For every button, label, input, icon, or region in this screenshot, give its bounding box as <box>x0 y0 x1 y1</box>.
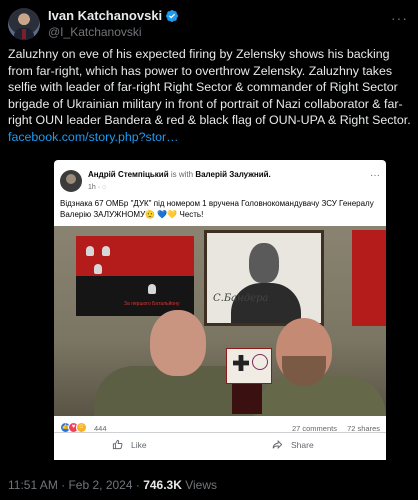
right-person-body <box>254 376 386 416</box>
author-handle[interactable]: @I_Katchanovski <box>48 25 142 39</box>
tweet-header: Ivan Katchanovski @I_Katchanovski ··· <box>8 6 410 46</box>
left-person-head <box>150 310 206 376</box>
fb-more-icon[interactable]: ··· <box>370 170 380 181</box>
skull-icon <box>102 246 110 256</box>
tweet-link[interactable]: facebook.com/story.php?stor… <box>8 130 179 144</box>
like-button[interactable]: Like <box>112 439 147 450</box>
portrait-head <box>249 243 279 283</box>
tweet-body: Zaluzhny on eve of his expected firing b… <box>8 47 411 127</box>
award-certificate <box>226 348 272 384</box>
author-name-row: Ivan Katchanovski <box>48 8 179 23</box>
globe-icon: ◌ <box>102 184 107 191</box>
fb-with-word: is with <box>170 170 194 179</box>
views-label: Views <box>181 478 218 492</box>
fb-author-avatar[interactable] <box>60 170 82 192</box>
skull-icon <box>86 246 94 256</box>
fb-post-photo[interactable]: За першого Батальйону С.Бандера <box>54 226 386 416</box>
skull-icon <box>148 284 156 294</box>
like-icon <box>112 439 123 450</box>
fb-author-name[interactable]: Андрій Стемпіцький <box>88 170 169 179</box>
tweet-text: Zaluzhny on eve of his expected firing b… <box>8 46 412 145</box>
author-avatar[interactable] <box>8 8 40 40</box>
tweet-timestamp[interactable]: 11:51 AM · Feb 2, 2024 · <box>8 478 143 492</box>
portrait-signature: С.Бандера <box>213 293 269 304</box>
fb-post-time: 1h · ◌ <box>88 184 106 191</box>
right-flag <box>352 230 386 326</box>
more-icon[interactable]: ··· <box>391 10 408 26</box>
portrait-body <box>231 283 301 323</box>
fb-action-bar: Like Share <box>54 432 386 460</box>
author-display-name[interactable]: Ivan Katchanovski <box>48 8 162 23</box>
tweet-meta: 11:51 AM · Feb 2, 2024 · 746.3K Views <box>8 478 217 492</box>
fb-post-header: Андрій Стемпіцький is with Валерій Залуж… <box>60 168 380 196</box>
skull-icon <box>94 264 102 274</box>
share-label: Share <box>291 439 314 450</box>
fb-time-text: 1h · <box>88 184 103 191</box>
like-label: Like <box>131 439 147 450</box>
flag-caption: За першого Батальйону <box>124 301 180 307</box>
share-button[interactable]: Share <box>272 439 314 450</box>
fb-post-text: Відзнака 67 ОМБр "ДУК" під номером 1 вру… <box>60 199 374 219</box>
fb-tagged-name[interactable]: Валерій Залужний. <box>195 170 270 179</box>
bandera-portrait: С.Бандера <box>204 230 324 326</box>
share-icon <box>272 439 283 450</box>
stamp-icon <box>252 354 268 370</box>
avatar-tie <box>22 29 26 39</box>
facebook-embed-card[interactable]: Андрій Стемпіцький is with Валерій Залуж… <box>54 160 386 448</box>
fb-author-line: Андрій Стемпіцький is with Валерій Залуж… <box>88 170 271 179</box>
tweet-container: Ivan Katchanovski @I_Katchanovski ··· Za… <box>0 0 418 500</box>
views-count: 746.3K <box>143 478 182 492</box>
cross-icon <box>233 355 249 371</box>
verified-badge-icon <box>166 9 179 22</box>
award-box <box>232 384 262 414</box>
